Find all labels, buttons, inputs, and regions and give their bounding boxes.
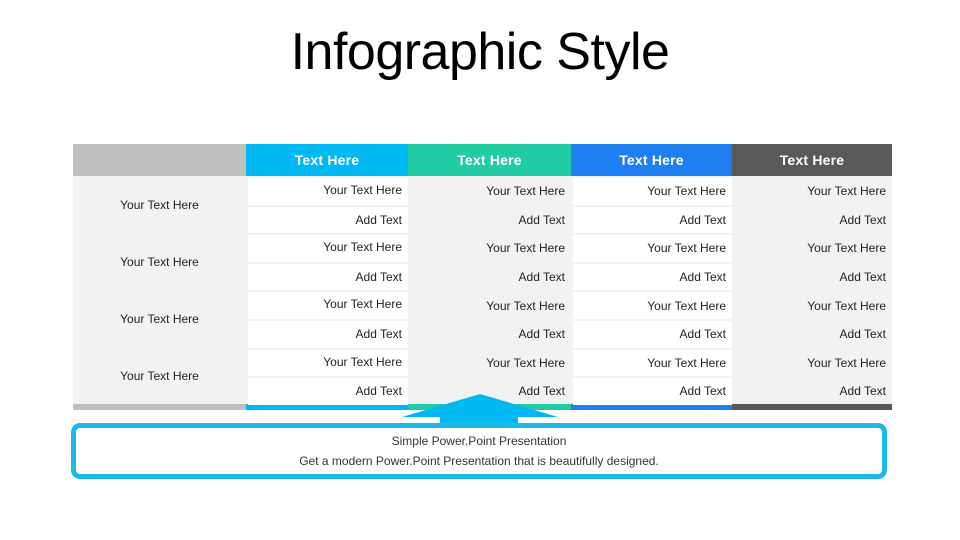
callout-box: Simple Power.Point Presentation Get a mo… [71,423,887,479]
up-arrow-shape [402,394,558,425]
callout-title: Simple Power.Point Presentation [391,434,567,448]
callout-description: Get a modern Power.Point Presentation th… [299,454,659,468]
